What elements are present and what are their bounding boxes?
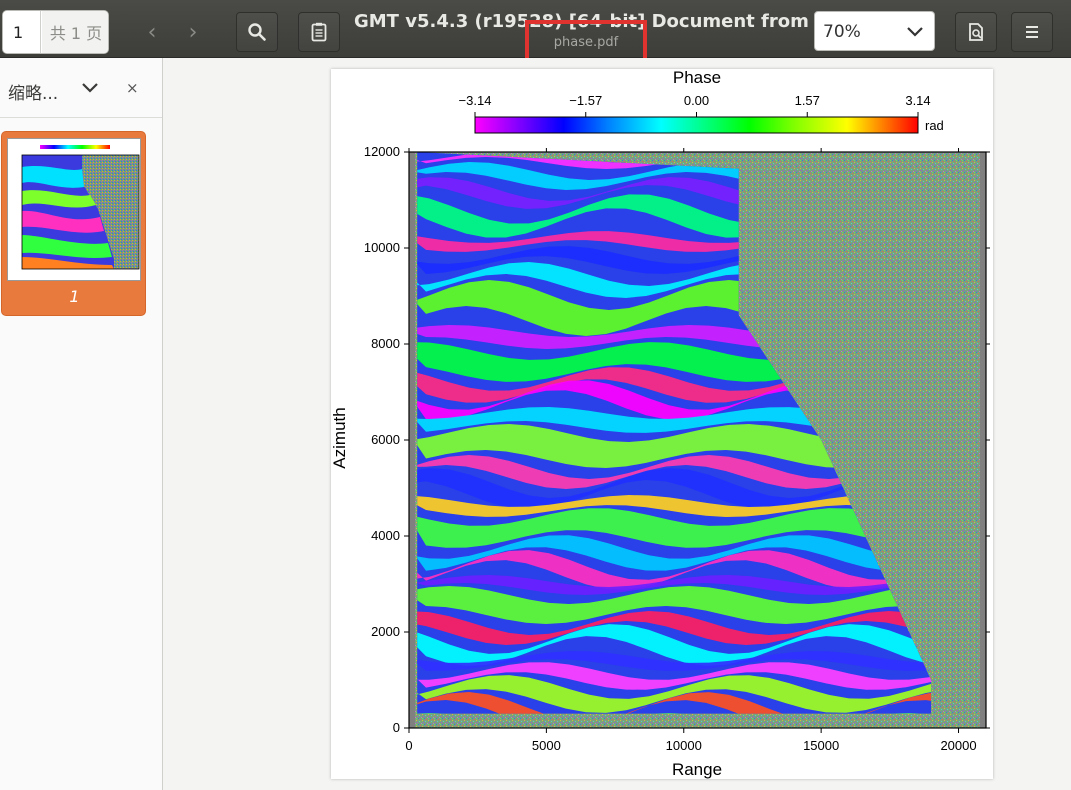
colorbar-tick-label: −1.57 [569,93,602,108]
colorbar-tick-label: −3.14 [459,93,492,108]
colorbar-gradient [474,116,919,134]
y-tick-label: 10000 [364,240,400,255]
thumbnail-item[interactable]: 1 [1,131,146,316]
chevron-down-icon [82,83,98,93]
x-axis-label: Range [672,760,722,779]
page-total-label: 共 1 页 [42,11,108,53]
annotate-icon [969,23,983,41]
x-tick-label: 15000 [803,738,839,753]
thumbnails-sidebar: 缩略... × 1 [0,58,163,790]
document-properties-icon [311,22,327,42]
previous-page-button[interactable]: ‹ [134,14,170,50]
next-page-button[interactable]: › [175,14,211,50]
search-icon [248,23,266,41]
chevron-left-icon: ‹ [147,19,157,45]
colorbar-unit: rad [925,118,944,133]
y-tick-label: 8000 [371,336,400,351]
x-tick-label: 0 [405,738,412,753]
y-tick-label: 0 [393,720,400,735]
sidebar-mode-dropdown[interactable] [78,75,102,99]
main-menu-button[interactable] [1011,12,1053,52]
chevron-down-icon [906,18,924,49]
search-button[interactable] [236,12,278,52]
colorbar-tick-label: 1.57 [795,93,820,108]
y-tick-label: 12000 [364,144,400,159]
frame-edge-left [409,152,415,728]
sidebar-close-button[interactable]: × [126,79,139,97]
zoom-value: 70% [823,22,861,42]
annotate-button[interactable] [955,12,997,52]
thumbnail-image [7,138,141,281]
y-tick-label: 4000 [371,528,400,543]
colorbar: rad [474,116,944,134]
phase-plot: Phase rad 0 5000 10000 15000 20000 0 2000 4000 6… [330,68,990,779]
sidebar-title: 缩略... [8,84,59,104]
x-tick-label: 20000 [940,738,976,753]
x-tick-label: 10000 [666,738,702,753]
chevron-right-icon: › [188,19,198,45]
hamburger-menu-icon [1026,26,1038,38]
y-tick-label: 2000 [371,624,400,639]
y-axis-label: Azimuth [331,407,349,468]
thumbnail-page-label: 1 [69,287,80,306]
colorbar-tick-label: 3.14 [905,93,930,108]
sidebar-header: 缩略... × [0,58,162,118]
document-page: Phase rad 0 5000 10000 15000 20000 0 2000 4000 6… [330,68,993,779]
document-properties-button[interactable] [298,12,340,52]
zoom-select[interactable]: 70% [814,11,935,51]
y-tick-label: 6000 [371,432,400,447]
page-number-entry[interactable]: 共 1 页 [2,10,109,54]
colorbar-tick-label: 0.00 [684,93,709,108]
x-tick-label: 5000 [532,738,561,753]
chart-title: Phase [673,69,721,87]
frame-edge-right [980,152,986,728]
plot-area [409,152,986,728]
page-number-input[interactable] [3,11,41,53]
